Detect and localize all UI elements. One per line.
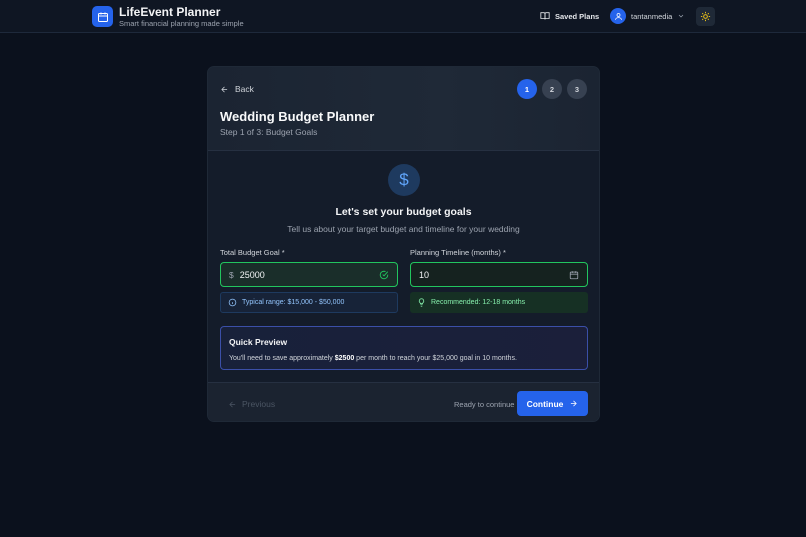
top-bar: LifeEvent Planner Smart financial planni… — [0, 0, 806, 33]
timeline-label: Planning Timeline (months) * — [410, 248, 506, 257]
sun-icon — [700, 11, 711, 22]
step-2[interactable]: 2 — [542, 79, 562, 99]
dollar-icon: $ — [388, 164, 420, 196]
app-title[interactable]: LifeEvent Planner — [119, 5, 220, 19]
arrow-right-icon — [569, 399, 578, 408]
timeline-input[interactable]: 10 — [410, 262, 588, 287]
preview-text-before: You'll need to save approximately — [229, 355, 335, 362]
saved-plans-button[interactable]: Saved Plans — [540, 11, 599, 21]
user-menu[interactable]: tantanmedia — [610, 8, 685, 24]
arrow-left-icon — [220, 85, 229, 94]
card-footer: Previous Ready to continue Continue — [208, 382, 599, 421]
theme-toggle-button[interactable] — [696, 7, 715, 26]
arrow-left-icon — [228, 400, 237, 409]
step-indicator: 1 2 3 — [517, 79, 587, 99]
book-icon — [540, 11, 550, 21]
back-button[interactable]: Back — [220, 84, 254, 94]
timeline-hint: Recommended: 12-18 months — [410, 292, 588, 313]
continue-button[interactable]: Continue — [517, 391, 588, 416]
previous-button[interactable]: Previous — [228, 399, 275, 409]
timeline-hint-text: Recommended: 12-18 months — [431, 299, 526, 306]
currency-prefix: $ — [229, 269, 234, 280]
previous-label: Previous — [242, 399, 276, 409]
budget-hint-text: Typical range: $15,000 - $50,000 — [242, 299, 345, 306]
ready-status: Ready to continue — [454, 400, 515, 409]
saved-plans-label: Saved Plans — [555, 11, 600, 21]
card-header: Back 1 2 3 Wedding Budget Planner Step 1… — [208, 67, 599, 151]
preview-amount: $2500 — [334, 355, 355, 362]
budget-input[interactable]: $ 25000 — [220, 262, 398, 287]
step-1[interactable]: 1 — [517, 79, 537, 99]
preview-text-after: per month to reach your $25,000 goal in … — [354, 355, 517, 362]
preview-text: You'll need to save approximately $2500 … — [229, 355, 579, 362]
info-icon — [228, 298, 237, 307]
budget-label: Total Budget Goal * — [220, 248, 285, 257]
section-title: Let's set your budget goals — [335, 206, 472, 218]
app-subtitle: Smart financial planning made simple — [119, 19, 244, 28]
step-label: Step 1 of 3: Budget Goals — [220, 127, 318, 137]
budget-hint: Typical range: $15,000 - $50,000 — [220, 292, 398, 313]
calendar-icon[interactable] — [569, 270, 579, 280]
chevron-down-icon — [677, 12, 685, 20]
budget-value: 25000 — [239, 269, 265, 280]
lightbulb-icon — [417, 298, 426, 307]
timeline-value: 10 — [419, 269, 430, 280]
check-circle-icon — [379, 270, 389, 280]
calendar-icon[interactable] — [92, 6, 113, 27]
back-label: Back — [235, 84, 254, 94]
continue-label: Continue — [526, 398, 564, 409]
step-3[interactable]: 3 — [567, 79, 587, 99]
username: tantanmedia — [631, 11, 673, 21]
wizard-card: Back 1 2 3 Wedding Budget Planner Step 1… — [207, 66, 600, 422]
section-subtitle: Tell us about your target budget and tim… — [287, 224, 520, 234]
user-icon — [610, 8, 626, 24]
page-title: Wedding Budget Planner — [220, 109, 375, 124]
quick-preview: Quick Preview You'll need to save approx… — [220, 326, 588, 370]
preview-title: Quick Preview — [229, 337, 288, 347]
